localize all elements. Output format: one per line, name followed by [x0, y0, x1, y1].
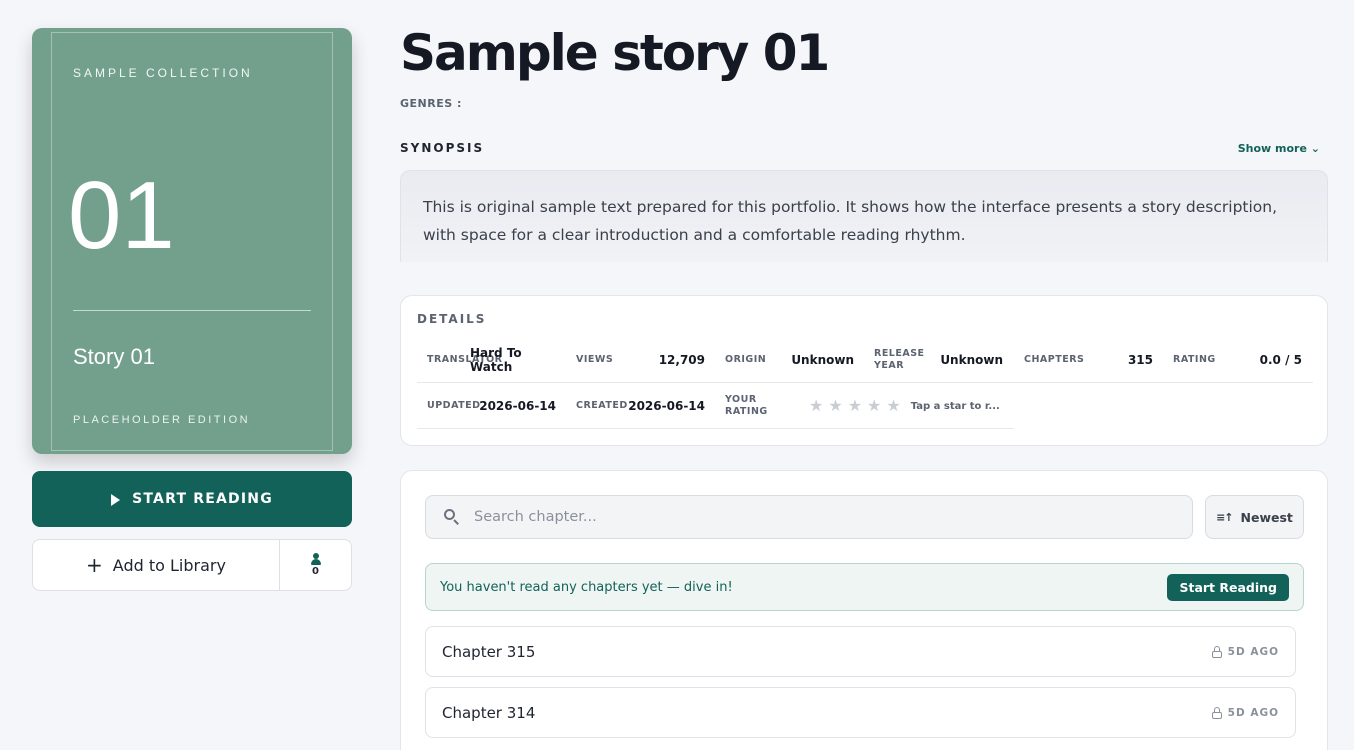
detail-translator: TRANSLATOR Hard To Watch — [417, 337, 566, 383]
sort-label: Newest — [1240, 509, 1293, 525]
synopsis-text: This is original sample text prepared fo… — [423, 198, 1278, 244]
chapter-time: 5D AGO — [1227, 645, 1279, 658]
chapter-search — [425, 495, 1193, 539]
detail-label: ORIGIN — [725, 354, 767, 365]
details-card: DETAILS TRANSLATOR Hard To Watch VIEWS 1… — [400, 295, 1328, 446]
chapters-card: ≡↑ Newest You haven't read any chapters … — [400, 470, 1328, 750]
story-cover: SAMPLE COLLECTION 01 Story 01 PLACEHOLDE… — [32, 28, 352, 454]
detail-rating: RATING 0.0 / 5 — [1163, 337, 1312, 383]
detail-value: 2026-06-14 — [628, 399, 705, 413]
lock-icon — [1211, 706, 1222, 719]
detail-label: VIEWS — [576, 354, 614, 365]
detail-updated: UPDATED 2026-06-14 — [417, 383, 566, 429]
sort-button[interactable]: ≡↑ Newest — [1205, 495, 1304, 539]
cover-title: Story 01 — [73, 344, 155, 369]
detail-value: 2026-06-14 — [479, 399, 556, 413]
add-to-library-button[interactable]: + Add to Library — [33, 540, 279, 590]
show-more-button[interactable]: Show more ⌄ — [1238, 142, 1320, 155]
start-reading-small-button[interactable]: Start Reading — [1167, 573, 1289, 601]
search-input[interactable] — [474, 509, 1154, 525]
details-row: UPDATED 2026-06-14 CREATED 2026-06-14 YO… — [417, 383, 1014, 429]
cover-divider — [73, 310, 311, 311]
details-title: DETAILS — [417, 312, 487, 326]
start-reading-label: START READING — [132, 491, 273, 507]
detail-value: 0.0 / 5 — [1259, 353, 1302, 367]
star-icon[interactable]: ★ — [809, 398, 823, 414]
page-title: Sample story 01 — [400, 24, 830, 82]
plus-icon: + — [86, 553, 103, 577]
detail-views: VIEWS 12,709 — [566, 337, 715, 383]
reading-progress-note: You haven't read any chapters yet — dive… — [425, 563, 1304, 611]
detail-label: RELEASE YEAR — [874, 348, 925, 371]
progress-message: You haven't read any chapters yet — dive… — [440, 579, 733, 595]
detail-label: CHAPTERS — [1024, 354, 1085, 365]
star-icon[interactable]: ★ — [828, 398, 842, 414]
detail-value: Hard To Watch — [470, 346, 522, 374]
cover-collection: SAMPLE COLLECTION — [73, 66, 253, 80]
sort-icon: ≡↑ — [1216, 510, 1233, 524]
chapter-meta: 5D AGO — [1211, 645, 1279, 658]
cover-edition: PLACEHOLDER EDITION — [73, 414, 251, 426]
detail-label: UPDATED — [427, 400, 481, 411]
details-row: TRANSLATOR Hard To Watch VIEWS 12,709 OR… — [417, 337, 1313, 383]
add-to-library-label: Add to Library — [112, 555, 226, 575]
follower-count: 0 — [312, 566, 319, 577]
star-icon[interactable]: ★ — [848, 398, 862, 414]
chapter-list-item[interactable]: Chapter 314 5D AGO — [425, 687, 1296, 738]
rating-stars: ★ ★ ★ ★ ★ — [809, 398, 901, 414]
play-icon — [111, 494, 121, 506]
followers-button[interactable]: 0 — [279, 540, 351, 590]
detail-created: CREATED 2026-06-14 — [566, 383, 715, 429]
chapter-list-item[interactable]: Chapter 315 5D AGO — [425, 626, 1296, 677]
lock-icon — [1211, 645, 1222, 658]
detail-label: RATING — [1173, 354, 1216, 365]
synopsis-box: This is original sample text prepared fo… — [400, 170, 1328, 262]
chapter-meta: 5D AGO — [1211, 706, 1279, 719]
star-icon[interactable]: ★ — [886, 398, 900, 414]
detail-value: 12,709 — [658, 353, 705, 367]
start-reading-button[interactable]: START READING — [32, 471, 352, 527]
detail-value: Unknown — [940, 353, 1003, 367]
detail-your-rating: YOUR RATING ★ ★ ★ ★ ★ Tap a star to r... — [715, 383, 1014, 429]
genres-label: GENRES : — [400, 97, 462, 110]
library-actions: + Add to Library 0 — [32, 539, 352, 591]
search-icon — [444, 509, 460, 525]
person-icon — [310, 553, 322, 565]
chapter-name: Chapter 315 — [442, 642, 536, 661]
detail-label: CREATED — [576, 400, 628, 411]
detail-origin: ORIGIN Unknown — [715, 337, 864, 383]
cover-number: 01 — [68, 162, 175, 269]
detail-chapters: CHAPTERS 315 — [1014, 337, 1163, 383]
chapter-time: 5D AGO — [1227, 706, 1279, 719]
star-icon[interactable]: ★ — [867, 398, 881, 414]
detail-label: YOUR RATING — [725, 394, 768, 417]
detail-value: Unknown — [791, 353, 854, 367]
detail-release-year: RELEASE YEAR Unknown — [864, 337, 1013, 383]
synopsis-label: SYNOPSIS — [400, 141, 485, 155]
detail-value: 315 — [1127, 353, 1153, 367]
rating-hint: Tap a star to r... — [910, 400, 1000, 412]
chapter-name: Chapter 314 — [442, 703, 536, 722]
